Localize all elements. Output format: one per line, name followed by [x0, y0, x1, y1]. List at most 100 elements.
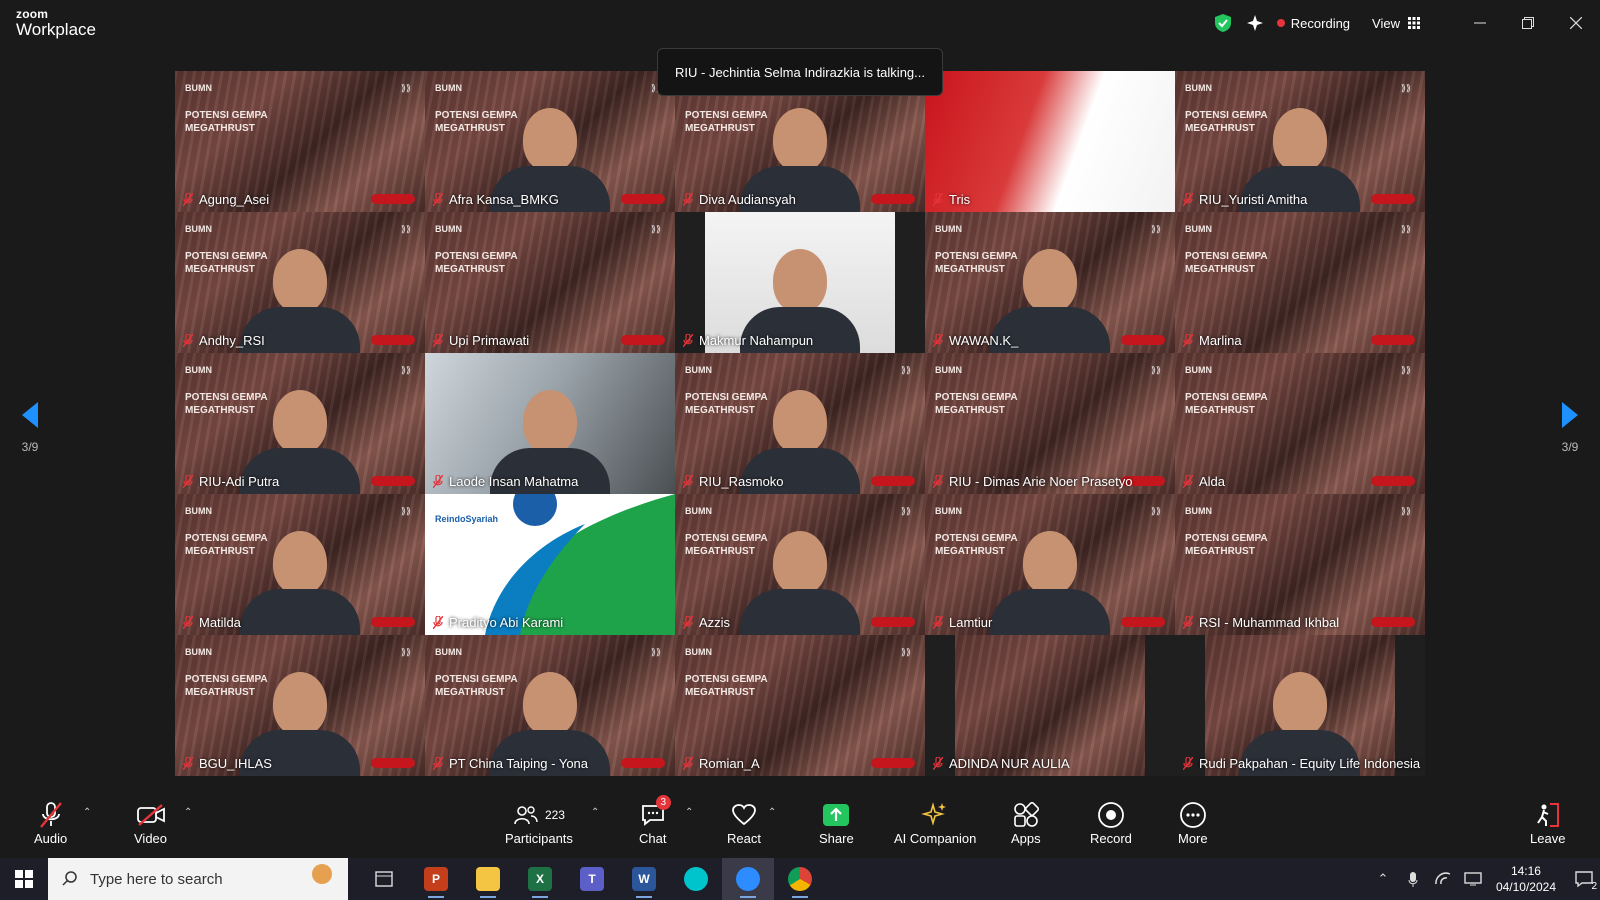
- video-tile[interactable]: BUMN ⟫⟫ POTENSI GEMPA MEGATHRUST Matilda: [175, 494, 425, 635]
- mic-muted-icon: [1183, 334, 1193, 347]
- video-tile[interactable]: BUMN ⟫⟫ POTENSI GEMPA MEGATHRUST Lamtiur: [925, 494, 1175, 635]
- taskbar-clock[interactable]: 14:16 04/10/2024: [1496, 863, 1556, 895]
- video-tile[interactable]: BUMN ⟫⟫ POTENSI GEMPA MEGATHRUST RIU - Dimas…: [925, 353, 1175, 494]
- poster-title-line-2: MEGATHRUST: [435, 264, 505, 275]
- participant-name: Rudi Pakpahan - Equity Life Indonesia: [1183, 756, 1420, 771]
- wifi-icon[interactable]: [1428, 872, 1458, 886]
- arrow-left-icon: [22, 402, 38, 428]
- excel-icon: X: [528, 867, 552, 891]
- participants-options-chevron-icon[interactable]: ⌃: [591, 807, 599, 818]
- video-tile[interactable]: BUMN ⟫⟫ POTENSI GEMPA MEGATHRUST Alda: [1175, 353, 1425, 494]
- word-app[interactable]: W: [618, 858, 670, 900]
- video-tile[interactable]: BUMN ⟫⟫ POTENSI GEMPA MEGATHRUST Upi Primawa…: [425, 212, 675, 353]
- poster-title-line-2: MEGATHRUST: [935, 405, 1005, 416]
- file-explorer-app[interactable]: [462, 858, 514, 900]
- network-icon[interactable]: [1458, 872, 1488, 886]
- ai-companion-button[interactable]: AI Companion: [894, 799, 976, 846]
- participants-count: 223: [544, 808, 565, 822]
- participants-label: Participants: [505, 831, 573, 846]
- react-options-chevron-icon[interactable]: ⌃: [768, 807, 776, 818]
- react-button[interactable]: React: [727, 799, 761, 846]
- chat-button[interactable]: 3 Chat: [639, 795, 671, 846]
- previous-page-button[interactable]: 3/9: [0, 400, 60, 460]
- page-indicator-left: 3/9: [21, 440, 39, 454]
- excel-app[interactable]: X: [514, 858, 566, 900]
- poster-title-line-1: POTENSI GEMPA: [935, 392, 1018, 403]
- participants-button[interactable]: 223 Participants: [505, 799, 573, 846]
- tray-chevron-up-icon[interactable]: ⌃: [1368, 871, 1398, 887]
- brand-small: zoom: [16, 7, 49, 21]
- live-badge: [621, 194, 665, 204]
- participant-name-label: Lamtiur: [949, 615, 993, 630]
- poster-brand: BUMN: [935, 365, 962, 375]
- video-tile[interactable]: BUMN ⟫⟫ POTENSI GEMPA MEGATHRUST Marlina: [1175, 212, 1425, 353]
- video-tile[interactable]: BUMN ⟫⟫ POTENSI GEMPA MEGATHRUST PT China Ta…: [425, 635, 675, 776]
- task-view-button[interactable]: [358, 858, 410, 900]
- chrome-app[interactable]: [774, 858, 826, 900]
- close-icon: [1570, 17, 1582, 29]
- video-tile[interactable]: BUMN ⟫⟫ POTENSI GEMPA MEGATHRUST RIU_Rasmoko: [675, 353, 925, 494]
- chat-options-chevron-icon[interactable]: ⌃: [685, 807, 693, 818]
- page-indicator-right: 3/9: [1561, 440, 1579, 454]
- video-tile[interactable]: BUMN ⟫⟫ POTENSI GEMPA MEGATHRUST Azzis: [675, 494, 925, 635]
- close-button[interactable]: [1552, 0, 1600, 46]
- windows-logo-icon: [15, 870, 33, 888]
- poster-brand: BUMN: [935, 506, 962, 516]
- poster-logo-icon: ⟫⟫: [650, 647, 661, 657]
- leave-button[interactable]: Leave: [1530, 799, 1565, 846]
- video-tile[interactable]: BUMN ⟫⟫ POTENSI GEMPA MEGATHRUST RIU_Yuristi…: [1175, 71, 1425, 212]
- poster-logo-icon: ⟫⟫: [400, 506, 411, 516]
- powerpoint-app[interactable]: P: [410, 858, 462, 900]
- poster-brand: BUMN: [185, 83, 212, 93]
- poster-brand: BUMN: [185, 647, 212, 657]
- video-button[interactable]: Video: [134, 799, 167, 846]
- audio-button[interactable]: Audio: [34, 799, 67, 846]
- apps-button[interactable]: Apps: [1011, 799, 1041, 846]
- participant-name-label: RSI - Muhammad Ikhbal: [1199, 615, 1340, 630]
- taskbar-search[interactable]: Type here to search: [48, 858, 348, 900]
- audio-options-chevron-icon[interactable]: ⌃: [83, 807, 91, 818]
- video-tile[interactable]: BUMN ⟫⟫ POTENSI GEMPA MEGATHRUST Andhy_RSI: [175, 212, 425, 353]
- video-tile[interactable]: BUMN ⟫⟫ POTENSI GEMPA MEGATHRUST WAWAN.K_: [925, 212, 1175, 353]
- video-options-chevron-icon[interactable]: ⌃: [184, 807, 192, 818]
- record-button[interactable]: Record: [1090, 799, 1132, 846]
- participant-name: Marlina: [1183, 333, 1242, 348]
- chat-badge: 3: [655, 795, 671, 810]
- video-tile[interactable]: Rudi Pakpahan - Equity Life Indonesia: [1175, 635, 1425, 776]
- share-button[interactable]: Share: [819, 799, 854, 846]
- video-tile[interactable]: Makmur Nahampun: [675, 212, 925, 353]
- view-button[interactable]: View: [1372, 16, 1420, 31]
- task-view-icon: [375, 871, 393, 887]
- start-button[interactable]: [0, 858, 48, 900]
- teams-app[interactable]: T: [566, 858, 618, 900]
- microphone-icon[interactable]: [1398, 871, 1428, 887]
- minimize-button[interactable]: [1456, 0, 1504, 46]
- canva-app[interactable]: [670, 858, 722, 900]
- video-tile[interactable]: Laode Insan Mahatma: [425, 353, 675, 494]
- zoom-app[interactable]: [722, 858, 774, 900]
- shield-icon[interactable]: [1213, 13, 1233, 33]
- video-tile[interactable]: BUMN ⟫⟫ POTENSI GEMPA MEGATHRUST Afra Kansa_…: [425, 71, 675, 212]
- video-tile[interactable]: BUMN ⟫⟫ POTENSI GEMPA MEGATHRUST Agung_Asei: [175, 71, 425, 212]
- poster-brand: BUMN: [685, 365, 712, 375]
- video-tile[interactable]: ADINDA NUR AULIA: [925, 635, 1175, 776]
- participant-video: [240, 531, 360, 635]
- live-badge: [621, 758, 665, 768]
- video-tile[interactable]: BUMN ⟫⟫ POTENSI GEMPA MEGATHRUST RSI - Muham…: [1175, 494, 1425, 635]
- video-tile[interactable]: BUMN ⟫⟫ POTENSI GEMPA MEGATHRUST RIU-Adi Put…: [175, 353, 425, 494]
- next-page-button[interactable]: 3/9: [1540, 400, 1600, 460]
- poster-brand: BUMN: [185, 224, 212, 234]
- participant-name: Romian_A: [683, 756, 760, 771]
- poster-logo-icon: ⟫⟫: [650, 224, 661, 234]
- recording-indicator[interactable]: Recording: [1276, 16, 1350, 31]
- video-tile[interactable]: Tris: [925, 71, 1175, 212]
- notification-center-button[interactable]: 2: [1568, 858, 1600, 900]
- restore-button[interactable]: [1504, 0, 1552, 46]
- video-tile[interactable]: ReindoSyariah Pradityo Abi Karami: [425, 494, 675, 635]
- poster-title: POTENSI GEMPA MEGATHRUST: [435, 250, 518, 276]
- video-tile[interactable]: BUMN ⟫⟫ POTENSI GEMPA MEGATHRUST Romian_A: [675, 635, 925, 776]
- more-button[interactable]: More: [1178, 799, 1208, 846]
- sparkle-icon[interactable]: [1245, 13, 1265, 33]
- video-tile[interactable]: BUMN ⟫⟫ POTENSI GEMPA MEGATHRUST BGU_IHLAS: [175, 635, 425, 776]
- search-icon: [62, 871, 77, 886]
